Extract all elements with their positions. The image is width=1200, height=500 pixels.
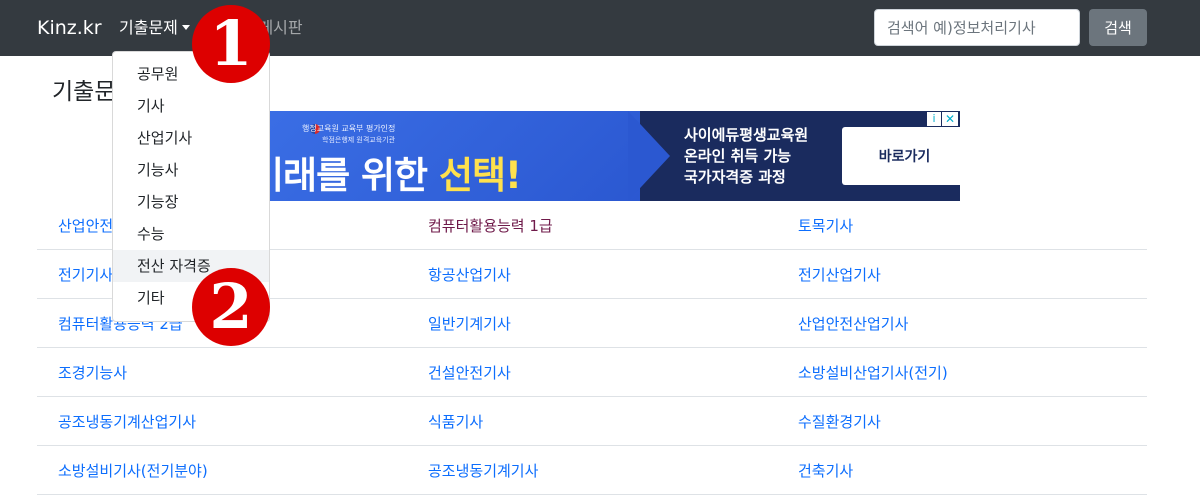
- step-marker-1: 1: [192, 5, 270, 83]
- ad-logo-text: 행정교육원 교육부 평가인정: [302, 124, 396, 133]
- dropdown-item-craftsman[interactable]: 기능사: [113, 154, 269, 186]
- exam-link[interactable]: 식품기사: [428, 413, 483, 431]
- exam-list-cell: 산업안전산업기사: [777, 298, 1147, 348]
- exam-link[interactable]: 항공산업기사: [428, 266, 511, 284]
- exam-link[interactable]: 전기산업기사: [798, 266, 881, 284]
- dropdown-item-industrial-engineer[interactable]: 산업기사: [113, 122, 269, 154]
- caret-down-icon: [181, 25, 190, 30]
- step-marker-2: 2: [192, 268, 270, 346]
- exam-list-cell: 일반기계기사: [407, 298, 777, 348]
- exam-link[interactable]: 전기기사: [58, 266, 113, 284]
- exam-list-cell: 조경기능사: [37, 347, 407, 397]
- ad-right-text: 사이에듀평생교육원 온라인 취득 가능 국가자격증 과정: [684, 125, 808, 188]
- exam-list-row: 조경기능사 건설안전기사 소방설비산업기사(전기): [37, 347, 1147, 397]
- exam-list-cell: 공조냉동기계기사: [407, 445, 777, 495]
- ad-headline-highlight: 선택!: [438, 154, 522, 197]
- ad-info-icon[interactable]: i: [927, 112, 941, 126]
- search-button[interactable]: 검색: [1089, 9, 1147, 46]
- dropdown-item-master-craftsman[interactable]: 기능장: [113, 186, 269, 218]
- ad-right-line1: 사이에듀평생교육원: [684, 126, 809, 144]
- ad-go-button[interactable]: 바로가기: [842, 127, 960, 185]
- dropdown-item-suneung[interactable]: 수능: [113, 218, 269, 250]
- navbar: Kinz.kr 기출문제 유머게시판 검색: [0, 0, 1200, 56]
- exam-list-cell: 항공산업기사: [407, 249, 777, 299]
- ad-banner[interactable]: 행정교육원 교육부 평가인정 학점은행제 원격교육기관 미래를 위한 선택! 사…: [240, 111, 960, 201]
- ad-headline: 미래를 위한 선택!: [250, 145, 522, 199]
- brand-link[interactable]: Kinz.kr: [37, 16, 102, 40]
- exam-link[interactable]: 건축기사: [798, 462, 853, 480]
- exam-list-cell: 수질환경기사: [777, 396, 1147, 446]
- exam-list-row: 공조냉동기계산업기사 식품기사 수질환경기사: [37, 396, 1147, 446]
- exam-link[interactable]: 소방설비산업기사(전기): [798, 364, 948, 382]
- exam-list-cell: 토목기사: [777, 201, 1147, 250]
- exam-list-cell: 식품기사: [407, 396, 777, 446]
- exam-list-row: 소방설비기사(전기분야) 공조냉동기계기사 건축기사: [37, 445, 1147, 495]
- nav-dropdown-label: 기출문제: [119, 18, 178, 37]
- ad-close-icon[interactable]: ✕: [942, 112, 958, 126]
- exam-link[interactable]: 조경기능사: [58, 364, 127, 382]
- exam-link[interactable]: 수질환경기사: [798, 413, 881, 431]
- exam-list-cell: 건축기사: [777, 445, 1147, 495]
- exam-link[interactable]: 소방설비기사(전기분야): [58, 462, 208, 480]
- exam-link[interactable]: 컴퓨터활용능력 1급: [428, 217, 553, 235]
- exam-list-cell: 소방설비산업기사(전기): [777, 347, 1147, 397]
- exam-list-cell: 건설안전기사: [407, 347, 777, 397]
- ad-left-panel: 행정교육원 교육부 평가인정 학점은행제 원격교육기관 미래를 위한 선택!: [240, 111, 640, 201]
- exam-link[interactable]: 건설안전기사: [428, 364, 511, 382]
- exam-list-cell: 컴퓨터활용능력 1급: [407, 201, 777, 250]
- ad-right-line2: 온라인 취득 가능: [684, 147, 792, 165]
- exam-link[interactable]: 공조냉동기계기사: [428, 462, 538, 480]
- ad-headline-main: 미래를 위한: [250, 154, 439, 197]
- exam-link[interactable]: 일반기계기사: [428, 315, 511, 333]
- ad-logo-subtext: 학점은행제 원격교육기관: [322, 136, 396, 144]
- dropdown-item-engineer[interactable]: 기사: [113, 90, 269, 122]
- ad-arrow-shape: [628, 111, 670, 201]
- exam-list-cell: 공조냉동기계산업기사: [37, 396, 407, 446]
- exam-link[interactable]: 토목기사: [798, 217, 853, 235]
- exam-list-cell: 소방설비기사(전기분야): [37, 445, 407, 495]
- exam-link[interactable]: 공조냉동기계산업기사: [58, 413, 196, 431]
- exam-link[interactable]: 산업안전산업기사: [798, 315, 908, 333]
- nav-dropdown-exam[interactable]: 기출문제: [119, 17, 190, 39]
- ad-right-line3: 국가자격증 과정: [684, 168, 786, 186]
- exam-list-cell: 전기산업기사: [777, 249, 1147, 299]
- search-input[interactable]: [874, 9, 1080, 46]
